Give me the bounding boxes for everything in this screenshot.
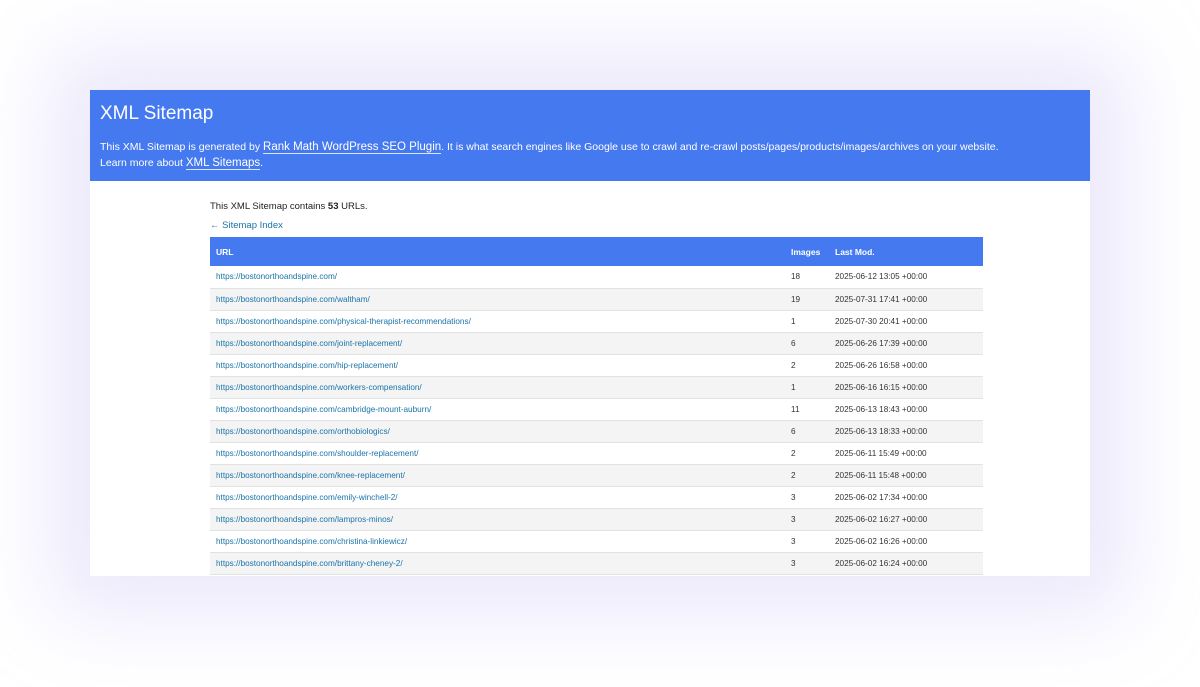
table-row: https://bostonorthoandspine.com/shoulder… <box>210 442 983 465</box>
table-header-row: URL Images Last Mod. <box>210 237 983 266</box>
images-cell: 6 <box>785 420 829 443</box>
table-row: https://bostonorthoandspine.com/waltham/… <box>210 288 983 311</box>
url-cell: https://bostonorthoandspine.com/knee-rep… <box>210 464 785 487</box>
url-cell: https://bostonorthoandspine.com/lampros-… <box>210 508 785 531</box>
header-url[interactable]: URL <box>210 237 785 266</box>
sitemap-page: XML Sitemap This XML Sitemap is generate… <box>90 90 1090 576</box>
last-mod-cell: 2025-06-02 17:34 +00:00 <box>829 486 983 509</box>
table-row: https://bostonorthoandspine.com/hip-repl… <box>210 354 983 377</box>
page-title: XML Sitemap <box>100 103 214 124</box>
url-cell: https://bostonorthoandspine.com/ <box>210 266 785 289</box>
last-mod-cell: 2025-07-31 17:41 +00:00 <box>829 288 983 311</box>
url-cell: https://bostonorthoandspine.com/shoulder… <box>210 442 785 465</box>
learn-prefix: Learn more about <box>100 156 186 169</box>
url-cell: https://bostonorthoandspine.com/joint-re… <box>210 332 785 355</box>
url-link[interactable]: https://bostonorthoandspine.com/workers-… <box>216 383 422 392</box>
last-mod-cell: 2025-06-02 16:24 +00:00 <box>829 552 983 575</box>
url-count: 53 <box>327 201 339 212</box>
images-cell: 1 <box>785 376 829 399</box>
table-row: https://bostonorthoandspine.com/lampros-… <box>210 508 983 531</box>
xml-sitemaps-link[interactable]: XML Sitemaps <box>185 156 261 170</box>
header-description: This XML Sitemap is generated by Rank Ma… <box>100 140 1080 171</box>
images-cell: 3 <box>785 486 829 509</box>
table-row: https://bostonorthoandspine.com/orthobio… <box>210 420 983 443</box>
url-link[interactable]: https://bostonorthoandspine.com/shoulder… <box>216 449 419 458</box>
header-last-mod[interactable]: Last Mod. <box>829 237 983 266</box>
url-link[interactable]: https://bostonorthoandspine.com/hip-repl… <box>216 361 398 370</box>
last-mod-cell: 2025-06-26 17:39 +00:00 <box>829 332 983 355</box>
images-cell: 11 <box>785 398 829 421</box>
last-mod-cell: 2025-06-13 18:43 +00:00 <box>829 398 983 421</box>
last-mod-cell: 2025-06-11 15:49 +00:00 <box>829 442 983 465</box>
table-row: https://bostonorthoandspine.com/cambridg… <box>210 398 983 421</box>
images-cell: 2 <box>785 442 829 465</box>
images-cell: 3 <box>785 552 829 575</box>
url-link[interactable]: https://bostonorthoandspine.com/ <box>216 272 337 281</box>
header-images[interactable]: Images <box>785 237 829 266</box>
last-mod-cell: 2025-06-16 16:15 +00:00 <box>829 376 983 399</box>
table-row: https://bostonorthoandspine.com/christin… <box>210 530 983 553</box>
url-link[interactable]: https://bostonorthoandspine.com/lampros-… <box>216 515 393 524</box>
last-mod-cell: 2025-07-30 20:41 +00:00 <box>829 310 983 333</box>
learn-suffix: . <box>260 156 264 169</box>
desc-prefix: This XML Sitemap is generated by <box>100 141 264 153</box>
images-cell: 2 <box>785 464 829 487</box>
table-row: https://bostonorthoandspine.com/workers-… <box>210 376 983 399</box>
last-mod-cell: 2025-06-02 16:26 +00:00 <box>829 530 983 553</box>
table-row: https://bostonorthoandspine.com/brittany… <box>210 552 983 575</box>
last-mod-cell: 2025-06-13 18:33 +00:00 <box>829 420 983 443</box>
images-cell: 2 <box>785 354 829 377</box>
images-cell: 3 <box>785 530 829 553</box>
images-cell: 3 <box>785 508 829 531</box>
url-link[interactable]: https://bostonorthoandspine.com/cambridg… <box>216 405 431 414</box>
images-cell: 1 <box>785 310 829 333</box>
url-link[interactable]: https://bostonorthoandspine.com/knee-rep… <box>216 471 405 480</box>
images-cell: 6 <box>785 332 829 355</box>
images-cell: 19 <box>785 288 829 311</box>
table-body: https://bostonorthoandspine.com/18 2025-0… <box>210 266 983 575</box>
images-cell: 18 <box>785 266 829 289</box>
table-row: https://bostonorthoandspine.com/knee-rep… <box>210 464 983 487</box>
last-mod-cell: 2025-06-02 16:27 +00:00 <box>829 508 983 531</box>
last-mod-cell: 2025-06-26 16:58 +00:00 <box>829 354 983 377</box>
url-link[interactable]: https://bostonorthoandspine.com/physical… <box>216 317 471 326</box>
url-cell: https://bostonorthoandspine.com/physical… <box>210 310 785 333</box>
url-cell: https://bostonorthoandspine.com/waltham/ <box>210 288 785 311</box>
desc-suffix: . It is what search engines like Google … <box>441 141 999 153</box>
url-link[interactable]: https://bostonorthoandspine.com/emily-wi… <box>216 493 398 502</box>
table-row: https://bostonorthoandspine.com/joint-re… <box>210 332 983 355</box>
table-row: https://bostonorthoandspine.com/emily-wi… <box>210 486 983 509</box>
url-cell: https://bostonorthoandspine.com/cambridg… <box>210 398 785 421</box>
last-mod-cell: 2025-06-12 13:05 +00:00 <box>829 266 983 289</box>
url-link[interactable]: https://bostonorthoandspine.com/orthobio… <box>216 427 390 436</box>
rank-math-link[interactable]: Rank Math WordPress SEO Plugin <box>263 141 442 154</box>
table-row: https://bostonorthoandspine.com/18 2025-0… <box>210 266 983 289</box>
last-mod-cell: 2025-06-11 15:48 +00:00 <box>829 464 983 487</box>
summary-suffix: URLs. <box>338 201 368 212</box>
page-header: XML Sitemap This XML Sitemap is generate… <box>90 90 1090 181</box>
url-cell: https://bostonorthoandspine.com/hip-repl… <box>210 354 785 377</box>
table-row: https://bostonorthoandspine.com/physical… <box>210 310 983 333</box>
url-link[interactable]: https://bostonorthoandspine.com/waltham/ <box>216 295 370 304</box>
url-cell: https://bostonorthoandspine.com/workers-… <box>210 376 785 399</box>
url-cell: https://bostonorthoandspine.com/brittany… <box>210 552 785 575</box>
summary-prefix: This XML Sitemap contains <box>210 201 328 212</box>
url-link[interactable]: https://bostonorthoandspine.com/joint-re… <box>216 339 402 348</box>
sitemap-index-link[interactable]: ← Sitemap Index <box>210 220 983 232</box>
sitemap-table: URL Images Last Mod. https://bostonortho… <box>210 237 983 575</box>
url-link[interactable]: https://bostonorthoandspine.com/christin… <box>216 537 407 546</box>
url-cell: https://bostonorthoandspine.com/orthobio… <box>210 420 785 443</box>
main-content: This XML Sitemap contains 53 URLs. ← Sit… <box>210 201 983 575</box>
url-count-summary: This XML Sitemap contains 53 URLs. <box>210 201 983 213</box>
url-cell: https://bostonorthoandspine.com/christin… <box>210 530 785 553</box>
url-link[interactable]: https://bostonorthoandspine.com/brittany… <box>216 559 403 568</box>
url-cell: https://bostonorthoandspine.com/emily-wi… <box>210 486 785 509</box>
